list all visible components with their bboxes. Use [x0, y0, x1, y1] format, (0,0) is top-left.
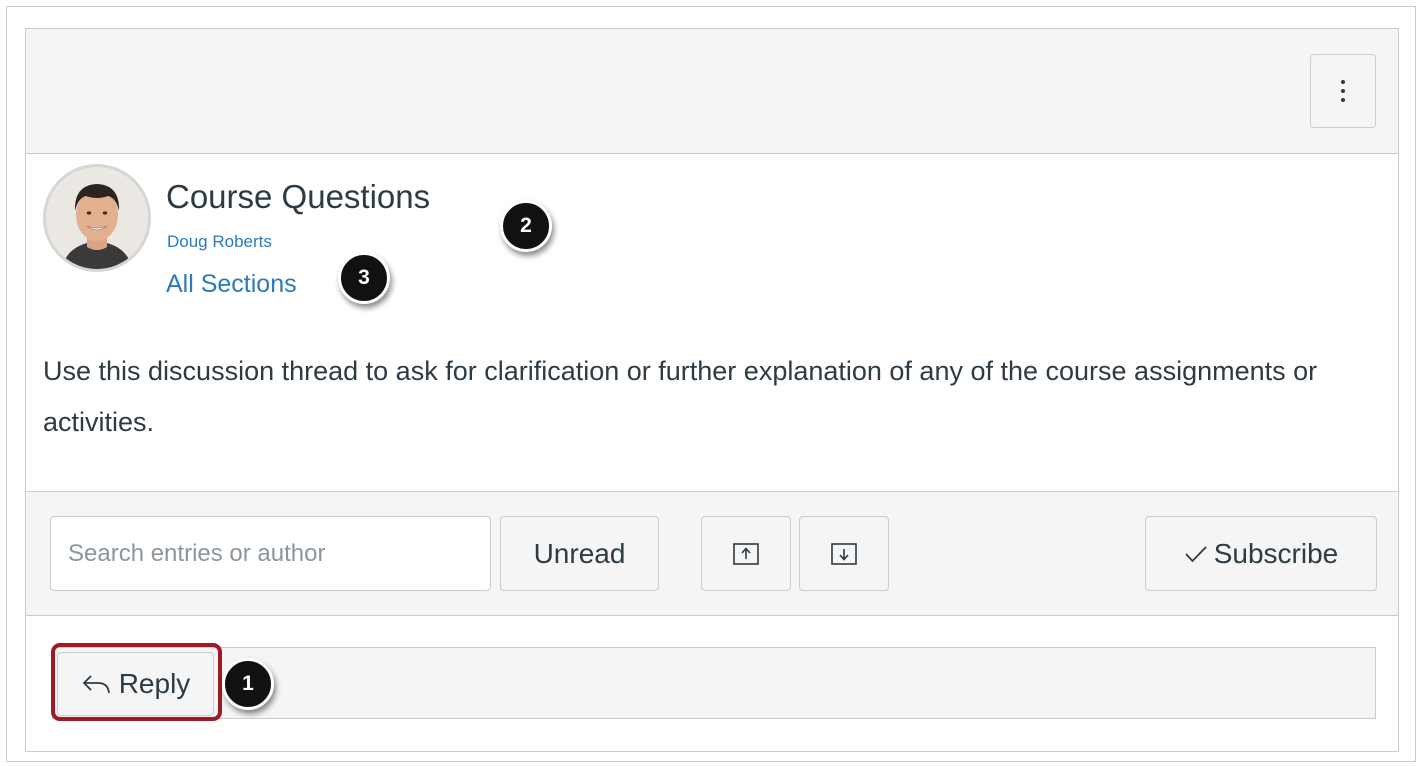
reply-arrow-icon	[82, 675, 110, 694]
collapse-threads-button[interactable]	[799, 516, 889, 591]
options-menu-button[interactable]	[1310, 54, 1376, 128]
checkmark-icon	[1185, 545, 1207, 562]
author-name-link[interactable]: Doug Roberts	[167, 232, 272, 252]
search-input[interactable]	[50, 516, 491, 591]
expand-threads-button[interactable]	[701, 516, 791, 591]
discussion-header-bar	[26, 29, 1398, 154]
sections-link[interactable]: All Sections	[166, 270, 297, 299]
discussion-message: Use this discussion thread to ask for cl…	[43, 356, 1318, 437]
subscribe-button[interactable]: Subscribe	[1145, 516, 1377, 591]
kebab-vertical-icon	[1341, 80, 1345, 102]
reply-label: Reply	[118, 668, 191, 699]
unread-button[interactable]: Unread	[500, 516, 659, 591]
expand-threads-icon	[733, 542, 759, 565]
callout-badge-title: 2	[500, 200, 552, 252]
discussion-toolbar: Unread Subscribe	[26, 491, 1398, 616]
unread-label: Unread	[533, 537, 626, 569]
discussion-title: Course Questions	[166, 178, 431, 215]
callout-badge-reply: 1	[222, 658, 274, 710]
callout-badge-author: 3	[338, 252, 390, 304]
subscribe-label: Subscribe	[1213, 537, 1339, 569]
author-avatar[interactable]	[43, 164, 151, 272]
avatar-photo-icon	[46, 167, 148, 269]
collapse-threads-icon	[831, 542, 857, 565]
reply-button[interactable]: Reply	[57, 652, 214, 716]
